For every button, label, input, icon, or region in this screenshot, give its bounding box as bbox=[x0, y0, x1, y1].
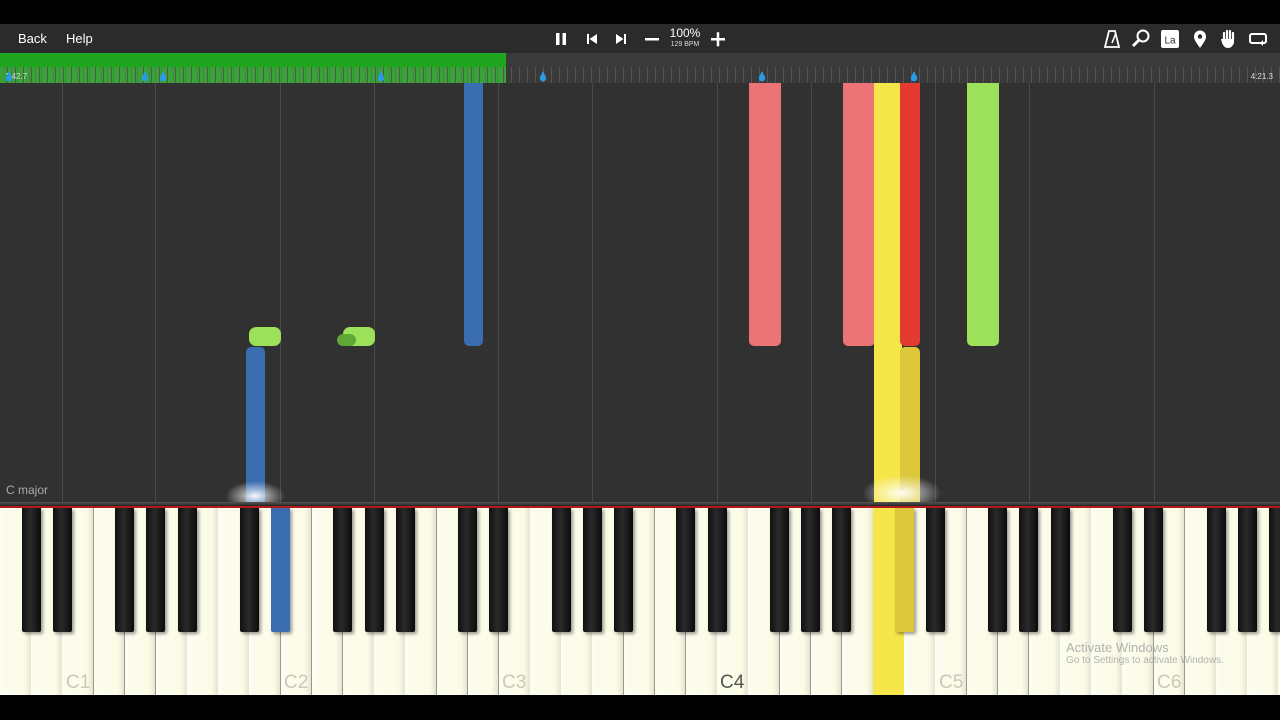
piano-keyboard: C1 C2 C3 C4 C5 C6 bbox=[0, 508, 1280, 695]
black-key[interactable] bbox=[239, 508, 259, 632]
falling-note bbox=[967, 83, 999, 346]
octave-label: C1 bbox=[66, 672, 91, 693]
octave-label: C3 bbox=[502, 672, 527, 693]
watermark-title: Activate Windows bbox=[1066, 640, 1169, 655]
black-key[interactable] bbox=[146, 508, 166, 632]
black-key[interactable] bbox=[458, 508, 478, 632]
next-icon[interactable] bbox=[610, 28, 632, 50]
falling-note bbox=[900, 83, 920, 346]
black-key[interactable] bbox=[988, 508, 1008, 632]
black-key[interactable] bbox=[21, 508, 41, 632]
song-progress-bar[interactable]: 1:42.7 4:21.3 bbox=[0, 53, 1280, 83]
bookmark-markers bbox=[5, 71, 918, 82]
black-key[interactable] bbox=[707, 508, 727, 632]
octave-label: C6 bbox=[1157, 672, 1182, 693]
gridline bbox=[592, 83, 593, 502]
bookmark-marker-icon[interactable] bbox=[5, 71, 13, 82]
black-key[interactable] bbox=[1206, 508, 1226, 632]
black-key[interactable] bbox=[801, 508, 821, 632]
black-key[interactable] bbox=[395, 508, 415, 632]
bookmark-marker-icon[interactable] bbox=[539, 71, 547, 82]
falling-note bbox=[337, 334, 356, 346]
black-key[interactable] bbox=[894, 508, 914, 632]
key-signature-label: C major bbox=[6, 483, 49, 497]
black-key[interactable] bbox=[1019, 508, 1039, 632]
metronome-icon[interactable] bbox=[1101, 28, 1123, 50]
black-key[interactable] bbox=[364, 508, 384, 632]
black-key[interactable] bbox=[925, 508, 945, 632]
back-button[interactable]: Back bbox=[18, 24, 47, 53]
key-hit-glow bbox=[225, 481, 285, 502]
toolbar: Back Help 100% 129 BPM La bbox=[0, 24, 1280, 53]
bookmark-marker-icon[interactable] bbox=[758, 71, 766, 82]
falling-note bbox=[843, 83, 875, 346]
falling-note bbox=[874, 83, 902, 502]
black-key[interactable] bbox=[1144, 508, 1164, 632]
black-key[interactable] bbox=[1112, 508, 1132, 632]
gridline bbox=[498, 83, 499, 502]
gridline bbox=[280, 83, 281, 502]
hand-icon[interactable] bbox=[1218, 28, 1240, 50]
previous-icon[interactable] bbox=[581, 28, 603, 50]
black-key[interactable] bbox=[770, 508, 789, 632]
loop-icon[interactable] bbox=[1247, 28, 1269, 50]
marker-icon[interactable] bbox=[1189, 28, 1211, 50]
black-key[interactable] bbox=[1050, 508, 1070, 632]
gridline bbox=[1154, 83, 1155, 502]
speed-display: 100% 129 BPM bbox=[665, 27, 705, 49]
bookmark-marker-icon[interactable] bbox=[377, 71, 385, 82]
note-roll: C major bbox=[0, 83, 1280, 502]
black-key[interactable] bbox=[832, 508, 852, 632]
windows-activation-watermark: Activate Windows Go to Settings to activ… bbox=[1066, 640, 1224, 666]
gridline bbox=[374, 83, 375, 502]
help-button[interactable]: Help bbox=[66, 24, 93, 53]
black-key[interactable] bbox=[52, 508, 72, 632]
octave-label: C4 bbox=[720, 672, 745, 693]
bookmark-marker-icon[interactable] bbox=[141, 71, 149, 82]
minus-icon[interactable] bbox=[641, 28, 663, 50]
pause-icon[interactable] bbox=[550, 28, 572, 50]
black-key[interactable] bbox=[177, 508, 197, 632]
gridline bbox=[155, 83, 156, 502]
black-key[interactable] bbox=[551, 508, 571, 632]
gridline bbox=[1029, 83, 1030, 502]
black-key[interactable] bbox=[1268, 508, 1280, 632]
gridline bbox=[717, 83, 718, 502]
falling-note bbox=[246, 347, 265, 502]
black-key[interactable] bbox=[333, 508, 353, 632]
gridline bbox=[811, 83, 812, 502]
tempo-bpm: 129 BPM bbox=[670, 41, 700, 48]
key-hit-glow bbox=[862, 475, 942, 502]
black-key[interactable] bbox=[489, 508, 509, 632]
speed-percent: 100% bbox=[669, 26, 701, 40]
bottom-bar bbox=[0, 695, 1280, 720]
octave-label: C2 bbox=[284, 672, 309, 693]
black-key[interactable] bbox=[582, 508, 602, 632]
gridline bbox=[62, 83, 63, 502]
octave-label: C5 bbox=[939, 672, 964, 693]
synthesia-window: Back Help 100% 129 BPM La 1:42.7 4:21.3 … bbox=[0, 0, 1280, 720]
black-key[interactable] bbox=[271, 508, 291, 632]
black-key[interactable] bbox=[614, 508, 634, 632]
bookmark-marker-icon[interactable] bbox=[159, 71, 167, 82]
black-key[interactable] bbox=[115, 508, 135, 632]
falling-note bbox=[249, 327, 281, 346]
black-key[interactable] bbox=[676, 508, 696, 632]
svg-text:La: La bbox=[1164, 36, 1176, 47]
black-key[interactable] bbox=[1237, 508, 1257, 632]
zoom-icon[interactable] bbox=[1130, 28, 1152, 50]
falling-note bbox=[464, 83, 483, 346]
plus-icon[interactable] bbox=[707, 28, 729, 50]
gridline bbox=[935, 83, 936, 502]
watermark-subtitle: Go to Settings to activate Windows. bbox=[1066, 655, 1224, 666]
falling-note bbox=[749, 83, 781, 346]
bookmark-marker-icon[interactable] bbox=[910, 71, 918, 82]
label-icon[interactable]: La bbox=[1159, 28, 1181, 50]
